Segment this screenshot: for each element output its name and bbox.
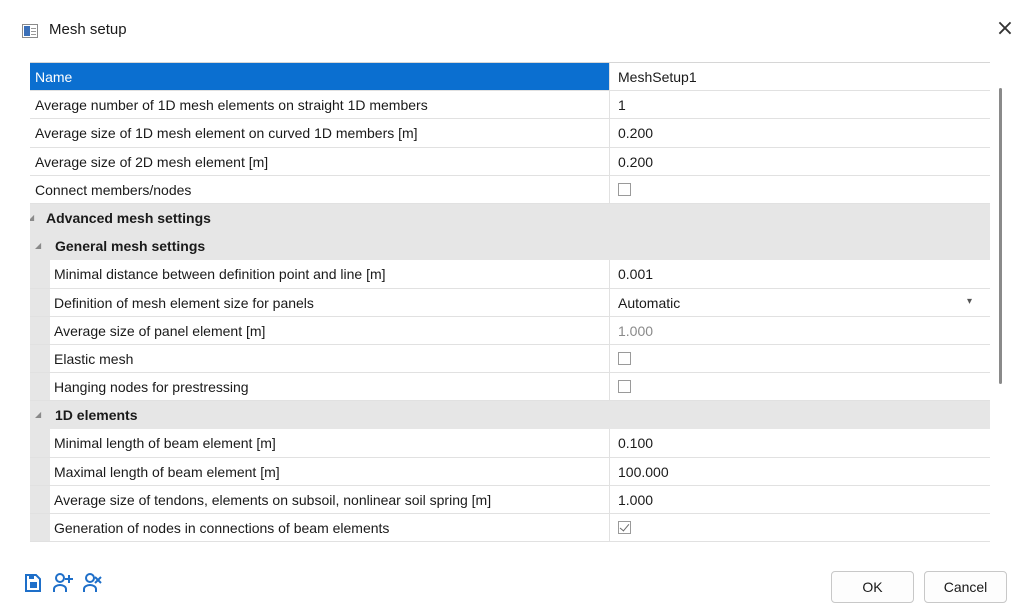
value-text: MeshSetup1 xyxy=(618,69,697,85)
checkbox[interactable] xyxy=(618,521,631,534)
property-name: Minimal distance between definition poin… xyxy=(30,260,610,288)
property-value[interactable]: 1.000 xyxy=(611,317,990,344)
ok-button[interactable]: OK xyxy=(831,571,914,603)
property-row[interactable]: Average size of 2D mesh element [m] 0.200 xyxy=(30,147,990,176)
property-value[interactable]: 1.000 xyxy=(611,486,990,513)
property-row[interactable]: Elastic mesh xyxy=(30,344,990,374)
cancel-button[interactable]: Cancel xyxy=(924,571,1007,603)
property-row[interactable]: Generation of nodes in connections of be… xyxy=(30,514,990,543)
collapse-triangle-icon[interactable]: ◢ xyxy=(35,241,41,250)
add-user-icon[interactable] xyxy=(52,572,74,594)
value-text: Automatic xyxy=(618,294,681,311)
window-title: Mesh setup xyxy=(49,21,127,38)
dropdown-arrow-icon[interactable]: ▾ xyxy=(967,296,972,307)
group-header[interactable]: ◢ 1D elements xyxy=(30,401,990,430)
property-name: Average size of 1D mesh element on curve… xyxy=(30,119,610,147)
property-value[interactable]: 0.001 xyxy=(611,260,990,287)
checkbox[interactable] xyxy=(618,351,631,365)
save-to-library-icon[interactable] xyxy=(22,572,44,594)
property-grid: Name MeshSetup1 Average number of 1D mesh … xyxy=(30,62,990,555)
user-settings-icon[interactable] xyxy=(82,572,104,594)
property-row[interactable]: Average size of 1D mesh element on curve… xyxy=(30,119,990,148)
value-text: 0.001 xyxy=(618,266,654,283)
property-row[interactable]: Average size of panel element [m] 1.000 xyxy=(30,316,990,345)
property-name: Elastic mesh xyxy=(30,344,610,373)
title-bar: Mesh setup × xyxy=(0,0,1018,62)
value-text: 0.100 xyxy=(618,435,654,452)
property-value[interactable]: 1 xyxy=(611,91,990,118)
property-value[interactable]: Automatic ▾ xyxy=(611,289,990,316)
value-text: 1.000 xyxy=(618,322,654,339)
property-row[interactable]: Definition of mesh element size for pane… xyxy=(30,288,990,317)
property-row[interactable]: Average size of tendons, elements on sub… xyxy=(30,485,990,514)
property-row[interactable]: Name MeshSetup1 xyxy=(30,63,990,92)
value-text: 0.200 xyxy=(618,153,654,170)
collapse-triangle-icon[interactable]: ◢ xyxy=(30,213,34,222)
value-text: 1 xyxy=(618,97,626,114)
property-name: Connect members/nodes xyxy=(30,175,610,203)
property-value[interactable]: 0.200 xyxy=(611,119,990,146)
property-row[interactable]: Minimal distance between definition poin… xyxy=(30,260,990,289)
collapse-triangle-icon[interactable]: ◢ xyxy=(35,410,41,419)
value-text: 1.000 xyxy=(618,491,654,508)
property-value[interactable]: MeshSetup1 xyxy=(611,63,990,90)
property-row[interactable]: Minimal length of beam element [m] 0.100 xyxy=(30,429,990,458)
checkbox[interactable] xyxy=(618,380,631,394)
property-row[interactable]: Connect members/nodes xyxy=(30,175,990,204)
group-label: General mesh settings xyxy=(55,238,206,255)
property-name: Average size of panel element [m] xyxy=(30,316,610,344)
property-name: Hanging nodes for prestressing xyxy=(30,373,610,401)
group-header[interactable]: ◢ General mesh settings xyxy=(30,232,990,261)
group-label: Advanced mesh settings xyxy=(46,209,211,226)
group-header[interactable]: ◢ Advanced mesh settings xyxy=(30,203,990,233)
property-value[interactable]: 100.000 xyxy=(611,458,990,485)
group-label: 1D elements xyxy=(55,407,138,424)
property-value[interactable]: 0.100 xyxy=(611,429,990,456)
property-name: Name xyxy=(30,63,610,91)
property-row[interactable]: Maximal length of beam element [m] 100.00… xyxy=(30,457,990,486)
property-name: Minimal length of beam element [m] xyxy=(30,429,610,457)
property-name: Average size of tendons, elements on sub… xyxy=(30,485,610,513)
property-name: Average size of 2D mesh element [m] xyxy=(30,147,610,175)
property-row[interactable]: Average number of 1D mesh elements on st… xyxy=(30,91,990,120)
value-text: 0.200 xyxy=(618,125,654,142)
checkbox[interactable] xyxy=(618,182,631,196)
property-value[interactable]: 0.200 xyxy=(611,148,990,175)
property-name: Maximal length of beam element [m] xyxy=(30,457,610,485)
property-value[interactable] xyxy=(611,345,990,372)
vertical-scrollbar[interactable] xyxy=(999,88,1002,384)
property-name: Definition of mesh element size for pane… xyxy=(30,288,610,316)
property-name: Generation of nodes in connections of be… xyxy=(30,514,610,542)
value-text: 100.000 xyxy=(618,463,669,480)
property-value[interactable] xyxy=(611,176,990,203)
property-name: Average number of 1D mesh elements on st… xyxy=(30,91,610,119)
close-button[interactable]: × xyxy=(992,12,1018,46)
property-value[interactable] xyxy=(611,514,990,541)
app-window-icon xyxy=(22,24,38,38)
property-row[interactable]: Hanging nodes for prestressing xyxy=(30,373,990,402)
property-value[interactable] xyxy=(611,373,990,400)
